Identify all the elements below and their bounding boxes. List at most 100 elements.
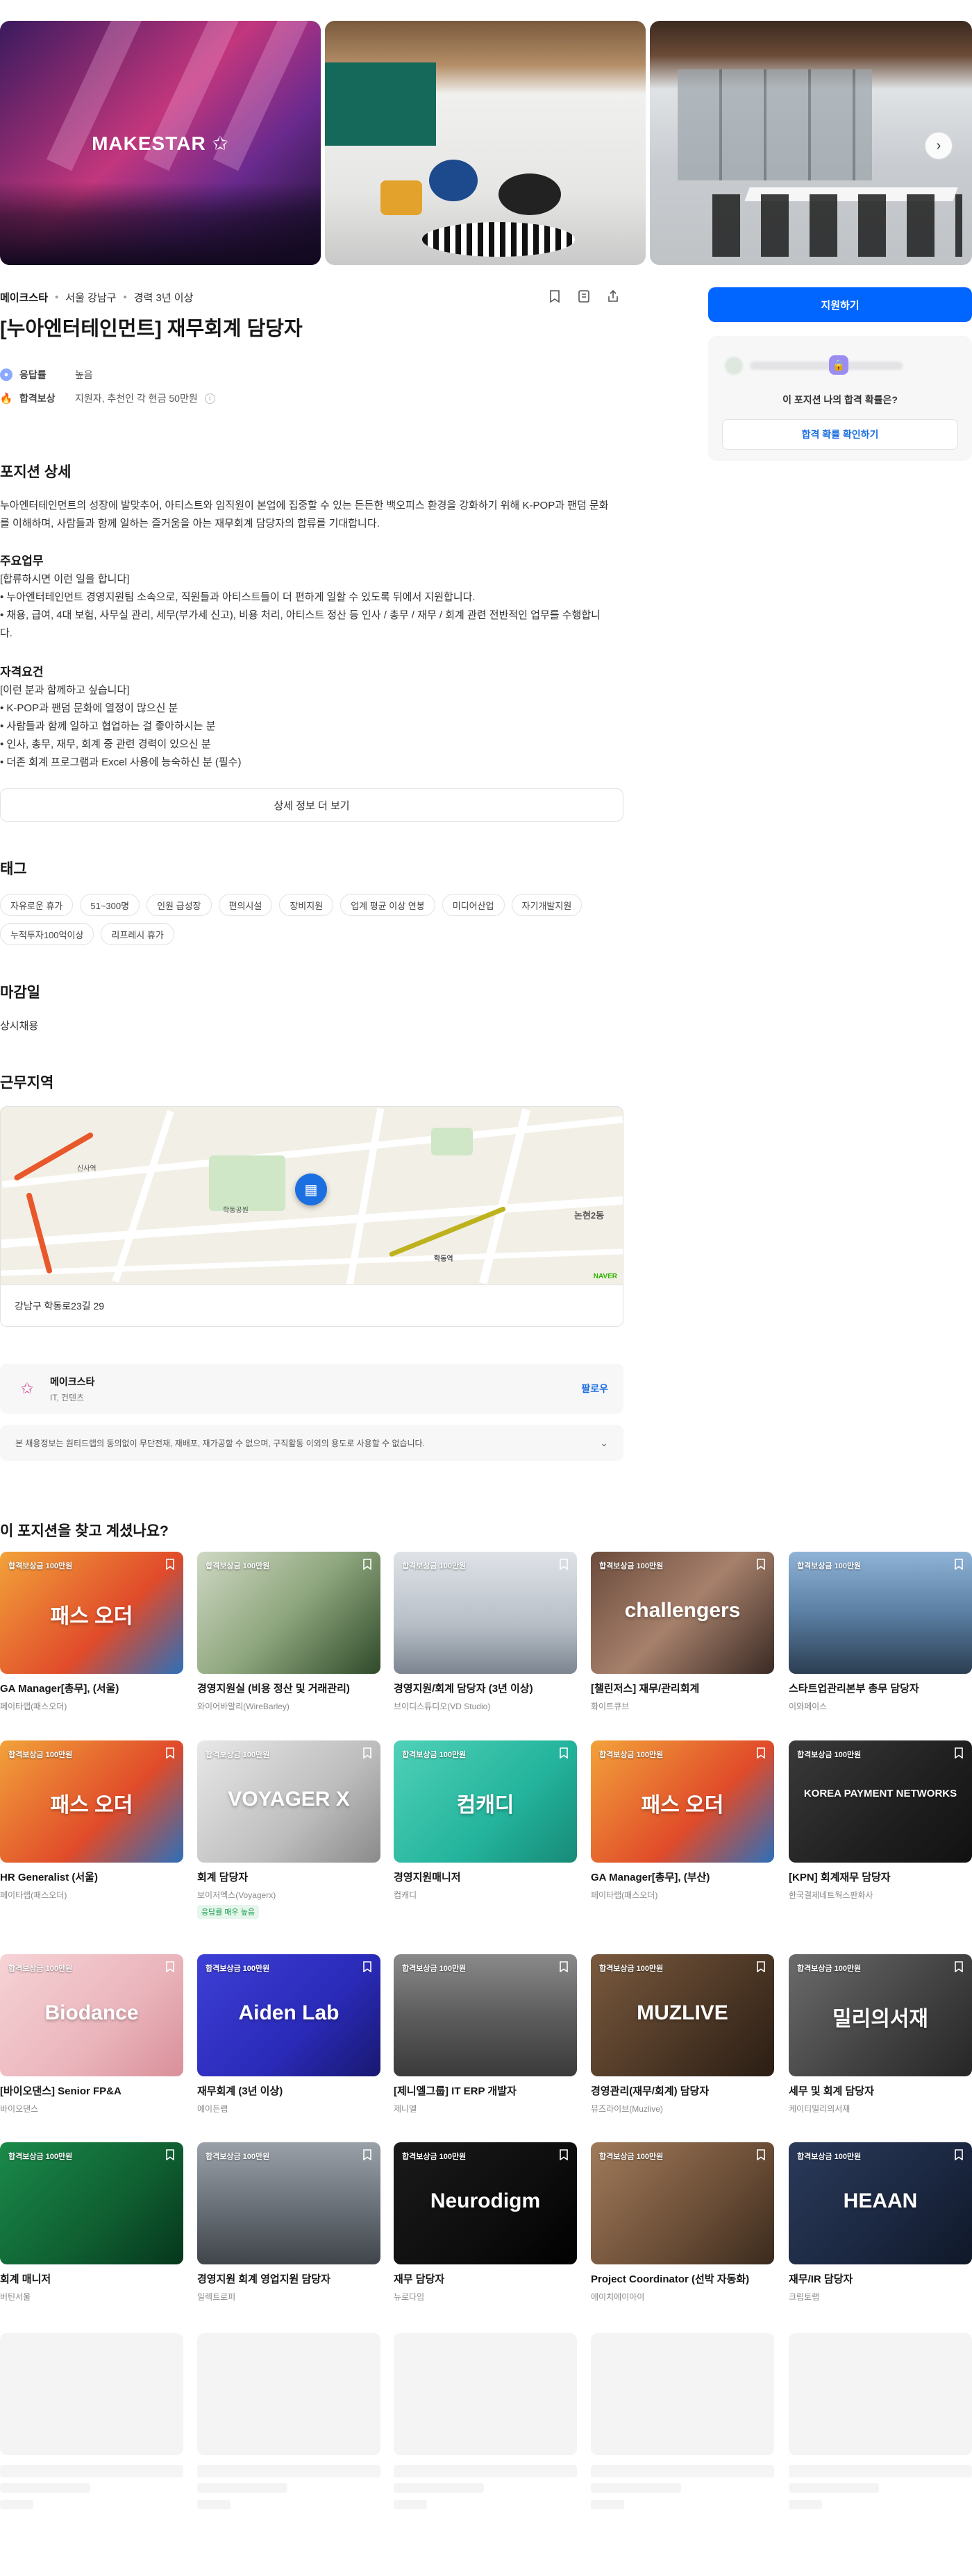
bookmark-icon[interactable] <box>954 1747 964 1762</box>
gallery-image-meeting-room[interactable] <box>650 21 972 265</box>
job-card-title[interactable]: 재무회계 (3년 이상) <box>197 2085 380 2099</box>
job-card[interactable]: 합격보상금 100만원 스타트업관리본부 총무 담당자 이와페이스 <box>789 1552 972 1712</box>
job-card-company: 바이오댄스 <box>0 2104 39 2114</box>
job-card[interactable]: 합격보상금 100만원 패스 오더 HR Generalist (서울) 페이타랩(패… <box>0 1740 183 1901</box>
job-card-title[interactable]: Project Coordinator (선박 자동화) <box>591 2273 774 2287</box>
bookmark-icon[interactable] <box>954 1559 964 1573</box>
page-title: [누아엔터테인먼트] 재무회계 담당자 <box>0 318 303 340</box>
job-card[interactable]: 합격보상금 100만원 경영지원/회계 담당자 (3년 이상) 브이디스튜디오(VD… <box>394 1552 577 1712</box>
job-card-title[interactable]: [바이오댄스] Senior FP&A <box>0 2085 183 2099</box>
share-icon[interactable] <box>604 287 622 305</box>
gallery-image-lounge[interactable] <box>325 21 646 265</box>
tag-chip[interactable]: 자유로운 휴가 <box>0 894 74 916</box>
job-card-title[interactable]: [KPN] 회계재무 담당자 <box>789 1871 972 1885</box>
apply-button[interactable]: 지원하기 <box>708 287 972 322</box>
bookmark-icon[interactable] <box>362 1961 372 1976</box>
job-card-title[interactable]: 재무 담당자 <box>394 2273 577 2287</box>
bookmark-icon[interactable] <box>165 1747 175 1762</box>
job-card-title[interactable]: 경영지원매니저 <box>394 1871 577 1885</box>
job-card-title[interactable]: 회계 담당자 <box>197 1871 380 1885</box>
location-map[interactable]: 신사역 학동공원 논현2동 학동역 ▦ NAVER <box>0 1106 623 1285</box>
job-card-title[interactable]: [제니엘그룹] IT ERP 개발자 <box>394 2085 577 2099</box>
deadline-heading: 마감일 <box>0 985 40 1001</box>
tag-chip[interactable]: 자기개발지원 <box>511 894 583 916</box>
job-card-title[interactable]: GA Manager[총무], (서울) <box>0 1682 183 1696</box>
share-doc-icon[interactable] <box>575 287 593 305</box>
tag-chip[interactable]: 리프레시 휴가 <box>101 923 174 945</box>
requirements-list: [이런 분과 함께하고 싶습니다] • K-POP과 팬덤 문화에 열정이 많으… <box>0 681 623 772</box>
bookmark-icon[interactable] <box>165 2149 175 2164</box>
bookmark-icon[interactable] <box>546 287 564 305</box>
job-card[interactable]: 합격보상금 100만원 Biodance [바이오댄스] Senior FP&A 바이… <box>0 1954 183 2115</box>
job-card[interactable]: 합격보상금 100만원 MUZLIVE 경영관리(재무/회계) 담당자 뮤즈라이브(M… <box>591 1954 774 2115</box>
job-card[interactable]: 합격보상금 100만원 Neurodigm 재무 담당자 뉴로다임 <box>394 2142 577 2303</box>
job-card-title[interactable]: 세무 및 회계 담당자 <box>789 2085 972 2099</box>
bookmark-icon[interactable] <box>756 1961 766 1976</box>
bookmark-icon[interactable] <box>756 1747 766 1762</box>
tag-chip[interactable]: 업계 평균 이상 연봉 <box>340 894 435 916</box>
job-card-title[interactable]: 재무/IR 담당자 <box>789 2273 972 2287</box>
job-card[interactable]: 합격보상금 100만원 패스 오더 GA Manager[총무], (부산) 페이타랩… <box>591 1740 774 1901</box>
bookmark-icon[interactable] <box>165 1961 175 1976</box>
job-card[interactable]: 합격보상금 100만원 경영지원 회계 영업지원 담당자 일렉트로퍼 <box>197 2142 380 2303</box>
gallery-image-concert[interactable]: MAKESTAR ✩ <box>0 21 321 265</box>
job-card[interactable]: 합격보상금 100만원 Project Coordinator (선박 자동화) 에… <box>591 2142 774 2303</box>
bookmark-icon[interactable] <box>559 1559 569 1573</box>
bookmark-icon[interactable] <box>362 2149 372 2164</box>
tag-chip[interactable]: 편의시설 <box>218 894 273 916</box>
job-card-title[interactable]: GA Manager[총무], (부산) <box>591 1871 774 1885</box>
building-pin-icon[interactable]: ▦ <box>295 1173 327 1205</box>
bookmark-icon[interactable] <box>165 1559 175 1573</box>
bookmark-icon[interactable] <box>756 1559 766 1573</box>
tag-chip[interactable]: 누적투자100억이상 <box>0 923 94 945</box>
bookmark-icon[interactable] <box>559 1961 569 1976</box>
job-card[interactable]: 합격보상금 100만원 컴캐디 경영지원매니저 컴캐디 <box>394 1740 577 1901</box>
job-card-thumbnail: 합격보상금 100만원 <box>591 2142 774 2264</box>
job-card-title[interactable]: 회계 매니저 <box>0 2273 183 2287</box>
bookmark-icon[interactable] <box>362 1747 372 1762</box>
bookmark-icon[interactable] <box>362 1559 372 1573</box>
job-card[interactable]: 합격보상금 100만원 HEAAN 재무/IR 담당자 크립토랩 <box>789 2142 972 2303</box>
chevron-right-icon[interactable]: › <box>925 132 953 160</box>
job-card-title[interactable]: 경영지원실 (비용 정산 및 거래관리) <box>197 1682 380 1696</box>
map-label: 신사역 <box>77 1165 97 1173</box>
job-card[interactable]: 합격보상금 100만원 KOREA PAYMENT NETWORKS [KPN] 회… <box>789 1740 972 1901</box>
requirement-line: • K-POP과 팬덤 문화에 열정이 많으신 분 <box>0 702 178 714</box>
bookmark-icon[interactable] <box>954 2149 964 2164</box>
tag-chip[interactable]: 51~300명 <box>80 894 140 916</box>
tag-chip[interactable]: 장비지원 <box>279 894 334 916</box>
notice-bar[interactable]: 본 채용정보는 원티드랩의 동의없이 무단전재, 재배포, 재가공할 수 없으며… <box>0 1425 623 1461</box>
job-card-title[interactable]: 경영지원/회계 담당자 (3년 이상) <box>394 1682 577 1696</box>
job-card-title[interactable]: 경영지원 회계 영업지원 담당자 <box>197 2273 380 2287</box>
job-card[interactable]: 합격보상금 100만원 [제니엘그룹] IT ERP 개발자 제니엘 <box>394 1954 577 2115</box>
job-card-title[interactable]: 스타트업관리본부 총무 담당자 <box>789 1682 972 1696</box>
bookmark-icon[interactable] <box>559 1747 569 1762</box>
bookmark-icon[interactable] <box>954 1961 964 1976</box>
tag-chip[interactable]: 인원 급성장 <box>146 894 212 916</box>
info-icon[interactable]: i <box>204 393 215 404</box>
job-card-title[interactable]: 경영관리(재무/회계) 담당자 <box>591 2085 774 2099</box>
reward-badge: 합격보상금 100만원 <box>599 2153 664 2161</box>
location-text: 서울 강남구 <box>65 292 117 304</box>
company-card[interactable]: ✩ 메이크스타 IT, 컨텐츠 팔로우 <box>0 1364 623 1414</box>
job-card-title[interactable]: [챌린저스] 재무/관리회계 <box>591 1682 774 1696</box>
job-card-thumbnail: 합격보상금 100만원 HEAAN <box>789 2142 972 2264</box>
job-card[interactable]: 합격보상금 100만원 회계 매니저 버틴서울 <box>0 2142 183 2303</box>
bookmark-icon[interactable] <box>756 2149 766 2164</box>
job-card[interactable]: 합격보상금 100만원 경영지원실 (비용 정산 및 거래관리) 와이어바알리(Wi… <box>197 1552 380 1712</box>
tag-chip[interactable]: 미디어산업 <box>442 894 505 916</box>
job-card-title[interactable]: HR Generalist (서울) <box>0 1871 183 1885</box>
job-card[interactable]: 합격보상금 100만원 밀리의서재 세무 및 회계 담당자 케이티밀리의서재 <box>789 1954 972 2115</box>
follow-button[interactable]: 팔로우 <box>581 1382 608 1396</box>
job-card[interactable]: 합격보상금 100만원 VOYAGER X 회계 담당자 보이저엑스(Voyagerx… <box>197 1740 380 1919</box>
job-card[interactable]: 합격보상금 100만원 패스 오더 GA Manager[총무], (서울) 페이타랩… <box>0 1552 183 1712</box>
duty-line: 다. <box>0 627 12 639</box>
job-card[interactable]: 합격보상금 100만원 Aiden Lab 재무회계 (3년 이상) 에이든랩 <box>197 1954 380 2115</box>
bookmark-icon[interactable] <box>559 2149 569 2164</box>
company-name[interactable]: 메이크스타 <box>0 290 48 305</box>
check-probability-button[interactable]: 합격 확률 확인하기 <box>722 419 958 450</box>
job-card-thumbnail: 합격보상금 100만원 KOREA PAYMENT NETWORKS <box>789 1740 972 1863</box>
show-more-button[interactable]: 상세 정보 더 보기 <box>0 788 623 822</box>
chevron-down-icon[interactable]: ⌄ <box>600 1437 608 1449</box>
job-card[interactable]: 합격보상금 100만원 challengers [챌린저스] 재무/관리회계 화이트큐… <box>591 1552 774 1712</box>
